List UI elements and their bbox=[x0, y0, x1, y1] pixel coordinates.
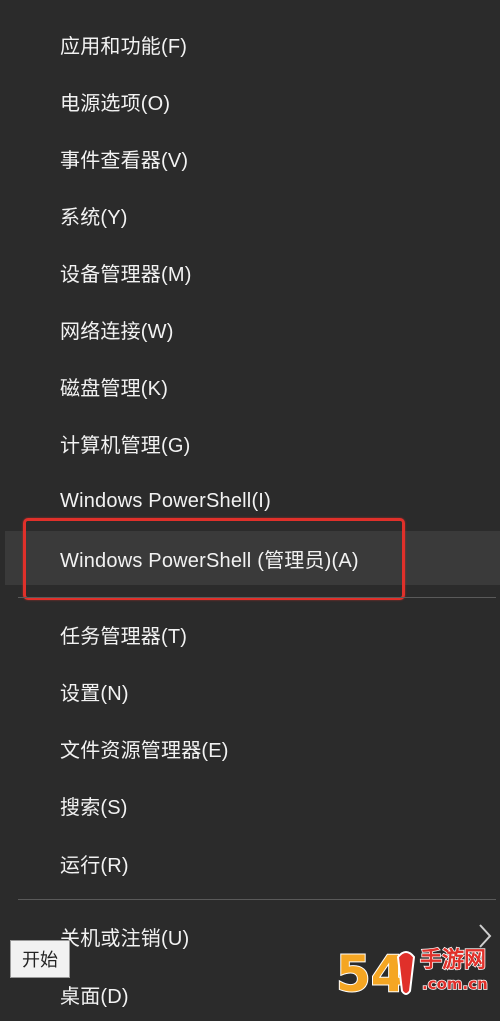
menu-item-disk-management[interactable]: 磁盘管理(K) bbox=[0, 359, 500, 413]
svg-text:.com.cn: .com.cn bbox=[422, 975, 488, 993]
menu-item-label: 文件资源管理器(E) bbox=[60, 739, 229, 762]
menu-item-label: 关机或注销(U) bbox=[60, 927, 190, 950]
menu-divider bbox=[18, 899, 496, 900]
menu-item-file-explorer[interactable]: 文件资源管理器(E) bbox=[0, 721, 500, 775]
menu-item-power-options[interactable]: 电源选项(O) bbox=[0, 74, 500, 128]
menu-item-label: Windows PowerShell(I) bbox=[60, 489, 271, 512]
menu-item-powershell[interactable]: Windows PowerShell(I) bbox=[0, 474, 500, 528]
menu-divider bbox=[18, 597, 496, 598]
site-watermark-logo: 54 手游网 .com.cn bbox=[335, 944, 489, 1004]
menu-item-label: 任务管理器(T) bbox=[60, 625, 188, 648]
svg-text:54: 54 bbox=[336, 945, 406, 1003]
menu-item-label: 桌面(D) bbox=[60, 985, 129, 1008]
menu-item-run[interactable]: 运行(R) bbox=[0, 836, 500, 890]
start-tooltip: 开始 bbox=[10, 940, 70, 978]
menu-item-powershell-admin[interactable]: Windows PowerShell (管理员)(A) bbox=[5, 531, 500, 585]
menu-item-computer-management[interactable]: 计算机管理(G) bbox=[0, 416, 500, 470]
menu-item-settings[interactable]: 设置(N) bbox=[0, 664, 500, 718]
menu-item-label: 运行(R) bbox=[60, 854, 129, 877]
tooltip-text: 开始 bbox=[22, 950, 58, 970]
menu-item-label: 计算机管理(G) bbox=[60, 434, 191, 457]
menu-item-device-manager[interactable]: 设备管理器(M) bbox=[0, 245, 500, 299]
winx-context-menu: 应用和功能(F) 电源选项(O) 事件查看器(V) 系统(Y) 设备管理器(M)… bbox=[0, 0, 500, 1011]
menu-item-label: 应用和功能(F) bbox=[60, 35, 188, 58]
svg-text:手游网: 手游网 bbox=[420, 947, 486, 973]
menu-item-label: 磁盘管理(K) bbox=[60, 377, 169, 400]
menu-item-label: 事件查看器(V) bbox=[60, 149, 189, 172]
menu-item-system[interactable]: 系统(Y) bbox=[0, 188, 500, 242]
menu-item-task-manager[interactable]: 任务管理器(T) bbox=[0, 607, 500, 661]
menu-item-event-viewer[interactable]: 事件查看器(V) bbox=[0, 131, 500, 185]
menu-item-network-connections[interactable]: 网络连接(W) bbox=[0, 302, 500, 356]
menu-item-apps-features[interactable]: 应用和功能(F) bbox=[0, 17, 500, 71]
menu-item-label: 设置(N) bbox=[60, 682, 129, 705]
menu-item-label: Windows PowerShell (管理员)(A) bbox=[60, 549, 359, 572]
menu-item-label: 搜索(S) bbox=[60, 796, 128, 819]
menu-item-search[interactable]: 搜索(S) bbox=[0, 778, 500, 832]
menu-item-label: 设备管理器(M) bbox=[60, 263, 192, 286]
menu-item-label: 电源选项(O) bbox=[60, 92, 171, 115]
menu-item-label: 系统(Y) bbox=[60, 206, 128, 229]
menu-item-label: 网络连接(W) bbox=[60, 320, 174, 343]
